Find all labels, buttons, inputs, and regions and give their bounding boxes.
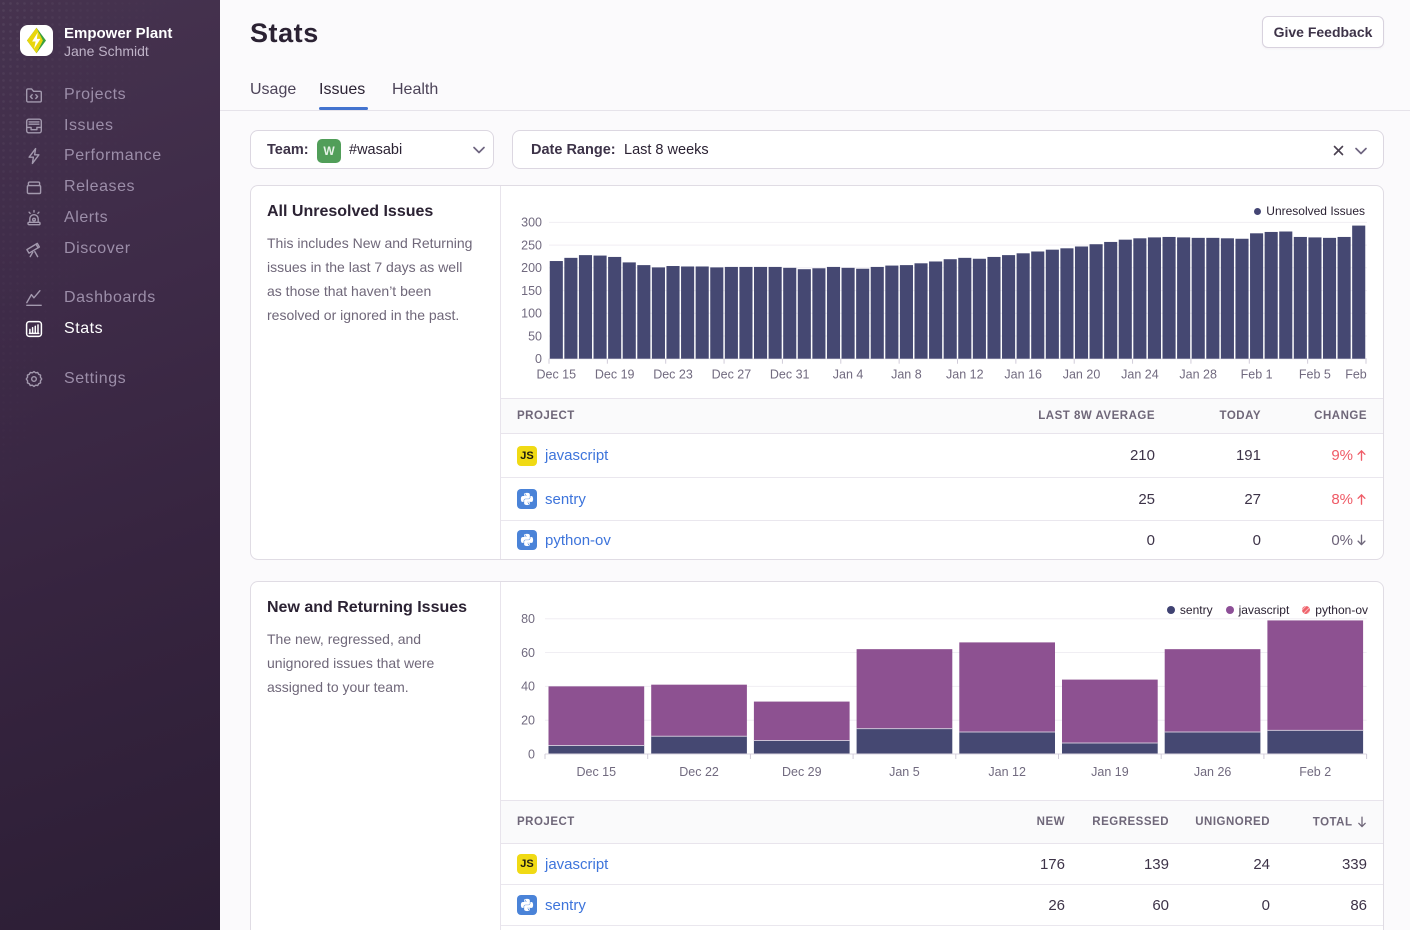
- svg-text:Dec 15: Dec 15: [576, 765, 616, 779]
- svg-text:50: 50: [528, 329, 542, 343]
- svg-text:150: 150: [521, 284, 542, 298]
- svg-text:Jan 12: Jan 12: [946, 368, 984, 382]
- svg-text:Feb 2: Feb 2: [1299, 765, 1331, 779]
- svg-text:Dec 15: Dec 15: [536, 368, 576, 382]
- svg-text:Jan 28: Jan 28: [1179, 368, 1217, 382]
- svg-text:20: 20: [521, 714, 535, 728]
- svg-text:250: 250: [521, 238, 542, 252]
- svg-text:0: 0: [535, 352, 542, 366]
- svg-text:Dec 23: Dec 23: [653, 368, 693, 382]
- svg-text:Jan 20: Jan 20: [1063, 368, 1101, 382]
- svg-text:Dec 19: Dec 19: [595, 368, 635, 382]
- svg-text:80: 80: [521, 612, 535, 626]
- svg-text:Jan 26: Jan 26: [1194, 765, 1232, 779]
- svg-text:Feb 1: Feb 1: [1241, 368, 1273, 382]
- svg-text:Jan 4: Jan 4: [833, 368, 864, 382]
- svg-text:Dec 29: Dec 29: [782, 765, 822, 779]
- svg-text:Dec 22: Dec 22: [679, 765, 719, 779]
- svg-text:Dec 31: Dec 31: [770, 368, 810, 382]
- svg-text:60: 60: [521, 646, 535, 660]
- svg-text:Jan 19: Jan 19: [1091, 765, 1129, 779]
- svg-text:Jan 12: Jan 12: [988, 765, 1026, 779]
- svg-text:Jan 8: Jan 8: [891, 368, 922, 382]
- svg-text:40: 40: [521, 680, 535, 694]
- svg-text:300: 300: [521, 216, 542, 230]
- svg-text:Feb: Feb: [1345, 368, 1367, 382]
- svg-text:Jan 24: Jan 24: [1121, 368, 1159, 382]
- svg-text:0: 0: [528, 747, 535, 761]
- svg-text:Jan 16: Jan 16: [1004, 368, 1042, 382]
- svg-text:100: 100: [521, 307, 542, 321]
- svg-text:Feb 5: Feb 5: [1299, 368, 1331, 382]
- svg-text:Dec 27: Dec 27: [712, 368, 752, 382]
- svg-text:200: 200: [521, 261, 542, 275]
- svg-text:Jan 5: Jan 5: [889, 765, 920, 779]
